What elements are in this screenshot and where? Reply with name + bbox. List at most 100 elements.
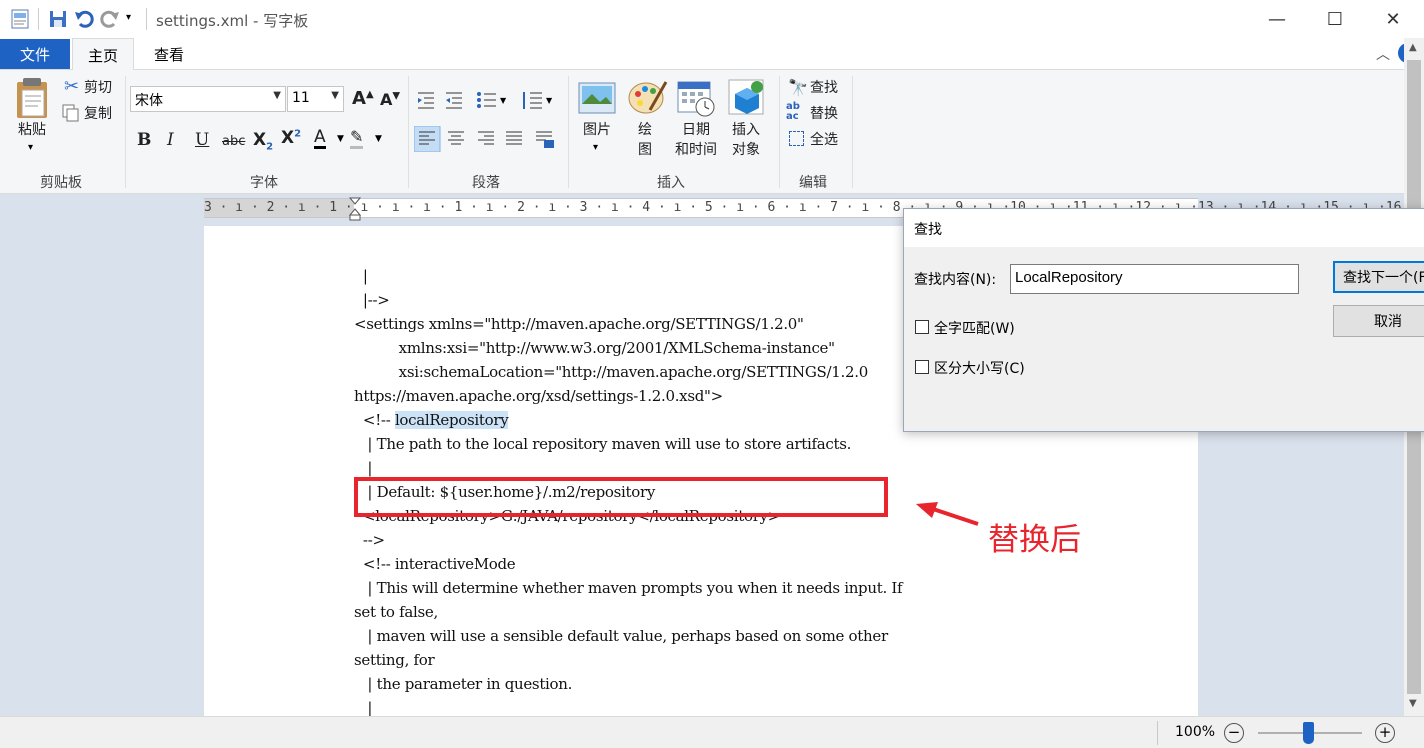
ribbon: 粘贴 ▾ ✂ 剪切 复制 剪贴板 宋体 ▼ 11 ▼ A▲ A▼ B I U abc… bbox=[0, 70, 1424, 194]
cancel-button[interactable]: 取消 bbox=[1333, 305, 1424, 337]
italic-icon[interactable]: I bbox=[167, 130, 174, 150]
collapse-ribbon-icon[interactable]: ︿ bbox=[1376, 44, 1390, 64]
match-case-checkbox[interactable] bbox=[915, 360, 929, 374]
replace-button[interactable]: 替换 bbox=[810, 104, 838, 124]
font-color-icon[interactable]: A bbox=[314, 128, 326, 149]
doc-line: | bbox=[354, 699, 373, 717]
paste-button[interactable]: 粘贴 bbox=[14, 120, 50, 140]
find-dialog-titlebar[interactable]: 查找 bbox=[904, 209, 1424, 247]
find-dialog: 查找 查找内容(N): LocalRepository 查找下一个(F) 取消 … bbox=[903, 208, 1424, 432]
doc-line: xsi:schemaLocation="http://maven.apache.… bbox=[354, 363, 869, 381]
search-highlight: localRepository bbox=[394, 411, 509, 429]
editing-group-label: 编辑 bbox=[799, 175, 827, 191]
increase-indent-icon[interactable] bbox=[446, 92, 462, 109]
save-icon[interactable] bbox=[48, 8, 68, 30]
paste-dropdown-icon[interactable]: ▾ bbox=[28, 142, 33, 153]
doc-line: xmlns:xsi="http://www.w3.org/2001/XMLSch… bbox=[354, 339, 835, 357]
scroll-down-icon[interactable]: ▼ bbox=[1409, 698, 1417, 709]
minimize-button[interactable]: — bbox=[1248, 0, 1306, 38]
align-left-active bbox=[414, 126, 441, 152]
font-family-select[interactable]: 宋体 ▼ bbox=[130, 86, 286, 112]
line-spacing-icon[interactable]: ▼ bbox=[523, 92, 553, 109]
find-dialog-title: 查找 bbox=[914, 222, 942, 238]
insert-object-button[interactable]: 插入 对象 bbox=[728, 120, 764, 160]
zoom-slider-thumb[interactable] bbox=[1303, 722, 1314, 744]
picture-icon[interactable] bbox=[578, 82, 616, 114]
font-size-select[interactable]: 11 ▼ bbox=[287, 86, 344, 112]
match-case-label[interactable]: 区分大小写(C) bbox=[934, 358, 1025, 378]
undo-icon[interactable] bbox=[74, 8, 94, 30]
decrease-indent-icon[interactable] bbox=[418, 92, 434, 109]
doc-line: <settings xmlns="http://maven.apache.org… bbox=[354, 315, 804, 333]
paste-icon[interactable] bbox=[14, 76, 52, 120]
paragraph-align-row bbox=[414, 126, 554, 152]
zoom-in-button[interactable]: + bbox=[1375, 723, 1395, 743]
paragraph-top-row: ▼ ▼ bbox=[418, 92, 553, 109]
customize-qat-icon[interactable]: ▾ bbox=[126, 12, 131, 23]
copy-icon[interactable] bbox=[62, 104, 80, 122]
match-whole-word-checkbox[interactable] bbox=[915, 320, 929, 334]
tab-home[interactable]: 主页 bbox=[72, 38, 134, 71]
paragraph-settings-icon[interactable] bbox=[536, 131, 554, 148]
tab-file[interactable]: 文件 bbox=[0, 39, 70, 69]
find-icon[interactable]: 🔭 bbox=[788, 78, 808, 97]
doc-line: | This will determine whether maven prom… bbox=[354, 579, 903, 597]
paint-button[interactable]: 绘图 bbox=[638, 120, 652, 160]
annotation-box bbox=[354, 477, 888, 517]
select-all-button[interactable]: 全选 bbox=[810, 130, 838, 150]
doc-line: https://maven.apache.org/xsd/settings-1.… bbox=[354, 387, 723, 405]
maximize-button[interactable]: ☐ bbox=[1306, 0, 1364, 38]
indent-marker-icon[interactable] bbox=[349, 197, 361, 221]
highlight-icon[interactable]: ✎ bbox=[350, 128, 364, 149]
subscript-icon[interactable]: X2 bbox=[253, 130, 273, 152]
strikethrough-icon[interactable]: abc bbox=[222, 134, 245, 149]
zoom-out-button[interactable]: − bbox=[1224, 723, 1244, 743]
font-group-label: 字体 bbox=[250, 175, 278, 191]
doc-line: | The path to the local repository maven… bbox=[354, 435, 852, 453]
doc-line: | the parameter in question. bbox=[354, 675, 573, 693]
chevron-down-icon[interactable]: ▾ bbox=[593, 142, 598, 153]
doc-line-with-highlight: <!-- localRepository bbox=[354, 411, 509, 429]
redo-icon[interactable] bbox=[100, 8, 120, 30]
wordpad-app-icon[interactable] bbox=[10, 8, 30, 30]
insert-object-icon[interactable] bbox=[727, 78, 767, 118]
find-next-button[interactable]: 查找下一个(F) bbox=[1333, 261, 1424, 293]
chevron-down-icon[interactable]: ▼ bbox=[375, 134, 382, 144]
clipboard-group-label: 剪贴板 bbox=[40, 175, 82, 191]
svg-text:▼: ▼ bbox=[546, 96, 553, 105]
tab-view[interactable]: 查看 bbox=[138, 38, 200, 70]
cut-icon[interactable]: ✂ bbox=[64, 76, 79, 97]
scroll-up-icon[interactable]: ▲ bbox=[1409, 42, 1417, 53]
grow-font-icon[interactable]: A▲ bbox=[352, 88, 374, 109]
copy-button[interactable]: 复制 bbox=[84, 104, 112, 124]
align-center-icon[interactable] bbox=[448, 131, 464, 145]
paint-icon[interactable] bbox=[628, 78, 668, 116]
chevron-down-icon: ▼ bbox=[331, 90, 339, 101]
bold-icon[interactable]: B bbox=[137, 130, 151, 150]
status-bar: 100% − + bbox=[0, 716, 1424, 748]
find-what-input[interactable]: LocalRepository bbox=[1010, 264, 1299, 294]
doc-line: set to false, bbox=[354, 603, 438, 621]
annotation-arrow bbox=[916, 502, 979, 526]
chevron-down-icon[interactable]: ▼ bbox=[337, 134, 344, 144]
date-time-button[interactable]: 日期 和时间 bbox=[672, 120, 720, 160]
shrink-font-icon[interactable]: A▼ bbox=[380, 90, 400, 109]
window-title: settings.xml - 写字板 bbox=[156, 12, 309, 30]
replace-icon[interactable]: ab ac bbox=[786, 102, 800, 122]
close-button[interactable]: ✕ bbox=[1364, 0, 1422, 38]
cut-button[interactable]: 剪切 bbox=[84, 78, 112, 98]
justify-icon[interactable] bbox=[506, 131, 522, 145]
match-whole-word-label[interactable]: 全字匹配(W) bbox=[934, 318, 1015, 338]
title-bar: ▾ settings.xml - 写字板 — ☐ ✕ bbox=[0, 0, 1424, 38]
align-right-icon[interactable] bbox=[478, 131, 494, 145]
find-button[interactable]: 查找 bbox=[810, 78, 838, 98]
select-all-icon[interactable] bbox=[789, 131, 804, 146]
bullets-icon[interactable]: ▼ bbox=[477, 92, 507, 108]
insert-group-label: 插入 bbox=[657, 175, 685, 191]
underline-icon[interactable]: U bbox=[195, 130, 209, 150]
doc-line: --> bbox=[354, 531, 385, 549]
superscript-icon[interactable]: X2 bbox=[281, 128, 301, 148]
date-time-icon[interactable] bbox=[676, 78, 716, 118]
doc-line: |--> bbox=[354, 291, 390, 309]
picture-button[interactable]: 图片 bbox=[578, 120, 616, 140]
